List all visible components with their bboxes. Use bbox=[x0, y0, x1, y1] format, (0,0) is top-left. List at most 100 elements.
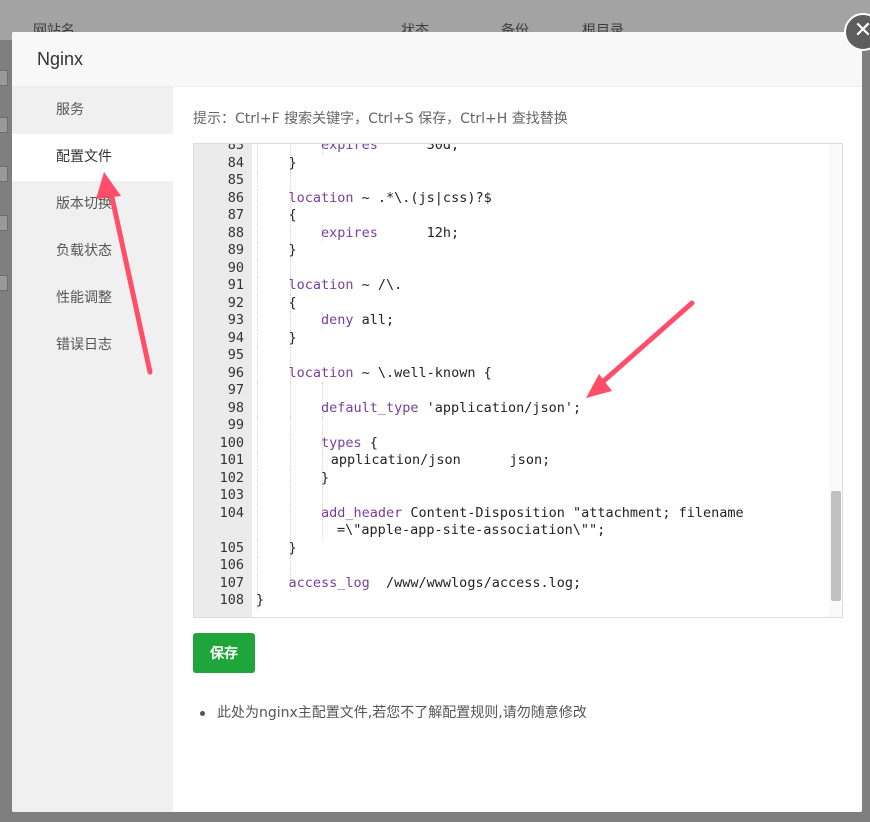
code-line[interactable]: 86 location ~ .*\.(js|css)?$ bbox=[194, 189, 830, 207]
indent-guide bbox=[257, 224, 258, 242]
code-line[interactable]: 97 bbox=[194, 382, 830, 400]
code-text: { bbox=[288, 207, 297, 223]
code-line[interactable]: 84} bbox=[194, 154, 830, 172]
indent-guide bbox=[257, 347, 258, 365]
code-line[interactable]: 107 access_log /www/wwwlogs/access.log; bbox=[194, 574, 830, 592]
code-line[interactable]: 99 bbox=[194, 417, 830, 435]
code-line[interactable]: 85 bbox=[194, 172, 830, 190]
line-number: 88 bbox=[227, 224, 244, 241]
line-number: 89 bbox=[227, 242, 244, 258]
line-number: 99 bbox=[227, 417, 244, 433]
bullet-icon bbox=[200, 710, 205, 716]
line-number: 85 bbox=[227, 172, 244, 188]
editor-scrollbar[interactable] bbox=[829, 144, 842, 617]
sidebar: 服务 配置文件 版本切换 负载状态 性能调整 错误日志 bbox=[12, 87, 173, 812]
indent-guide bbox=[257, 312, 258, 330]
sidebar-item-load-status[interactable]: 负载状态 bbox=[12, 228, 173, 275]
bg-row-marker bbox=[0, 215, 8, 231]
indent-guide bbox=[257, 574, 258, 592]
indent-guide bbox=[257, 469, 258, 487]
editor-scroll-thumb[interactable] bbox=[831, 491, 841, 601]
line-number: 103 bbox=[219, 487, 244, 503]
code-line[interactable]: 96 location ~ \.well-known { bbox=[194, 364, 830, 382]
line-number: 96 bbox=[227, 364, 244, 381]
code-line[interactable]: 92 { bbox=[194, 294, 830, 312]
line-number: 91 bbox=[227, 277, 244, 293]
code-line[interactable]: 101 application/json json; bbox=[194, 452, 830, 470]
line-number: 97 bbox=[227, 382, 244, 398]
indent-guide bbox=[257, 259, 258, 277]
code-text: types { bbox=[321, 434, 378, 451]
indent-guide bbox=[257, 172, 258, 190]
code-line[interactable]: 90 bbox=[194, 259, 830, 277]
line-number: 102 bbox=[219, 469, 244, 486]
indent-guide bbox=[257, 417, 258, 435]
indent-guide bbox=[257, 364, 258, 382]
indent-guide bbox=[257, 329, 258, 347]
code-line[interactable]: 105} bbox=[194, 539, 830, 557]
indent-guide bbox=[257, 189, 258, 207]
indent-guide bbox=[257, 539, 258, 557]
indent-guide bbox=[289, 224, 291, 242]
code-line[interactable]: 104 add_header Content-Disposition "attac… bbox=[194, 504, 830, 540]
code-line[interactable]: 91 location ~ /\. bbox=[194, 277, 830, 295]
indent-guide bbox=[257, 242, 258, 260]
sidebar-item-performance[interactable]: 性能调整 bbox=[12, 275, 173, 322]
code-line[interactable]: 89} bbox=[194, 242, 830, 260]
code-line[interactable]: 98 default_type 'application/json'; bbox=[194, 399, 830, 417]
code-text: expires 30d; bbox=[321, 143, 460, 153]
line-number: 90 bbox=[227, 259, 244, 276]
indent-guide bbox=[257, 277, 258, 295]
line-number: 92 bbox=[227, 294, 244, 311]
indent-guide bbox=[289, 382, 291, 400]
line-number: 108 bbox=[219, 592, 244, 608]
bg-row-marker bbox=[0, 117, 8, 133]
line-number: 87 bbox=[227, 207, 244, 223]
code-line[interactable]: 88 expires 12h; bbox=[194, 224, 830, 242]
line-number: 98 bbox=[227, 399, 244, 416]
code-line[interactable]: 93 deny all; bbox=[194, 312, 830, 330]
sidebar-item-service[interactable]: 服务 bbox=[12, 87, 173, 134]
code-line[interactable]: 102} bbox=[194, 469, 830, 487]
code-text: access_log /www/wwwlogs/access.log; bbox=[288, 574, 582, 591]
indent-guide bbox=[289, 312, 291, 330]
indent-guide bbox=[289, 504, 291, 540]
code-text: } bbox=[288, 539, 297, 556]
code-line[interactable]: 108} bbox=[194, 592, 830, 610]
sidebar-item-version-switch[interactable]: 版本切换 bbox=[12, 181, 173, 228]
save-button[interactable]: 保存 bbox=[193, 633, 255, 673]
sidebar-item-config-file[interactable]: 配置文件 bbox=[12, 134, 173, 181]
code-editor[interactable]: 83 expires 30d; 84} 85 86 location ~ .*\.(js|… bbox=[193, 143, 843, 618]
indent-guide bbox=[289, 469, 291, 487]
indent-guide bbox=[322, 452, 323, 470]
indent-guide bbox=[322, 382, 323, 400]
indent-guide bbox=[257, 399, 258, 417]
line-number: 100 bbox=[219, 434, 244, 451]
code-text: default_type 'application/json'; bbox=[321, 399, 582, 416]
code-line[interactable]: 87 { bbox=[194, 207, 830, 225]
line-number: 107 bbox=[219, 574, 244, 591]
indent-guide bbox=[257, 557, 258, 575]
line-number: 83 bbox=[227, 143, 244, 153]
code-text: expires 12h; bbox=[321, 224, 460, 241]
code-line[interactable]: 83 expires 30d; bbox=[194, 143, 830, 155]
code-text: location ~ /\. bbox=[288, 277, 403, 293]
code-text: } bbox=[288, 329, 297, 346]
line-number: 104 bbox=[219, 504, 244, 521]
code-line[interactable]: 94} bbox=[194, 329, 830, 347]
code-line[interactable]: 100 types { bbox=[194, 434, 830, 452]
indent-guide bbox=[322, 487, 323, 505]
indent-guide bbox=[289, 172, 291, 190]
code-text: application/json json; bbox=[330, 452, 551, 468]
line-number: 93 bbox=[227, 312, 244, 328]
sidebar-item-error-log[interactable]: 错误日志 bbox=[12, 322, 173, 369]
code-line[interactable]: 103 bbox=[194, 487, 830, 505]
indent-guide bbox=[289, 434, 291, 452]
code-line[interactable]: 95 bbox=[194, 347, 830, 365]
code-lines[interactable]: 83 expires 30d; 84} 85 86 location ~ .*\.(js|… bbox=[194, 143, 830, 610]
indent-guide bbox=[257, 434, 258, 452]
indent-guide bbox=[289, 557, 291, 575]
code-line[interactable]: 106 bbox=[194, 557, 830, 575]
shortcut-tip: 提示：Ctrl+F 搜索关键字，Ctrl+S 保存，Ctrl+H 查找替换 bbox=[193, 111, 568, 127]
indent-guide bbox=[289, 399, 291, 417]
